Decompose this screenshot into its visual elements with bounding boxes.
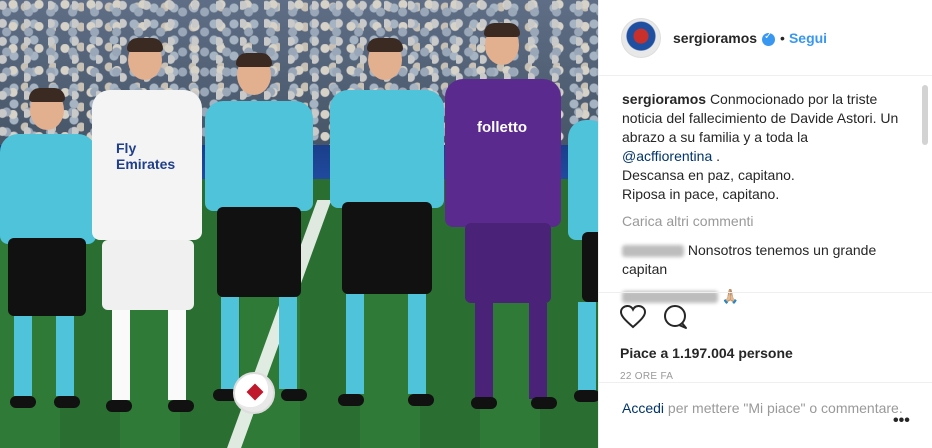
caption-username[interactable]: sergioramos	[622, 91, 706, 107]
login-link[interactable]: Accedi	[622, 400, 664, 416]
verified-badge-icon	[762, 31, 776, 46]
caption-line-3: Riposa in pace, capitano.	[622, 186, 780, 202]
load-more-comments[interactable]: Carica altri commenti	[622, 212, 906, 231]
follow-button[interactable]: Segui	[789, 30, 827, 46]
action-icons	[619, 304, 908, 335]
instagram-post-page: Fly Emirates folletto sergioramos ✓ • Se…	[0, 0, 932, 448]
post-actions: Piace a 1.197.004 persone 22 ORE FA	[598, 292, 932, 382]
separator-dot: •	[780, 29, 785, 46]
blurred-username	[622, 245, 684, 258]
mention-link[interactable]: @acffiorentina	[622, 148, 712, 164]
post-header: sergioramos • Segui	[599, 0, 932, 76]
caption: sergioramos Conmocionado por la triste n…	[622, 90, 906, 204]
login-to-comment: Accedi per mettere "Mi piace" o commenta…	[598, 382, 932, 418]
sponsor-emirates: Fly Emirates	[116, 140, 176, 172]
football	[233, 372, 275, 414]
more-options-icon[interactable]: •••	[893, 412, 910, 430]
header-username[interactable]: sergioramos	[673, 30, 757, 46]
comments-scrollbar[interactable]	[922, 85, 928, 145]
comment-icon[interactable]	[662, 304, 688, 335]
login-prompt-text: per mettere "Mi piace" o commentare.	[667, 400, 903, 416]
comment-item: Nonsotros tenemos un grande capitan	[622, 241, 906, 279]
heart-icon[interactable]	[619, 304, 647, 334]
caption-line-2: Descansa en paz, capitano.	[622, 167, 795, 183]
caption-text-end: .	[716, 148, 721, 164]
post-timestamp[interactable]: 22 ORE FA	[620, 371, 908, 382]
post-photo[interactable]: Fly Emirates folletto	[0, 0, 598, 448]
comments-section: sergioramos Conmocionado por la triste n…	[622, 90, 906, 306]
sponsor-folletto: folletto	[477, 119, 527, 136]
avatar[interactable]	[621, 17, 661, 58]
likes-count[interactable]: Piace a 1.197.004 persone	[620, 345, 908, 361]
